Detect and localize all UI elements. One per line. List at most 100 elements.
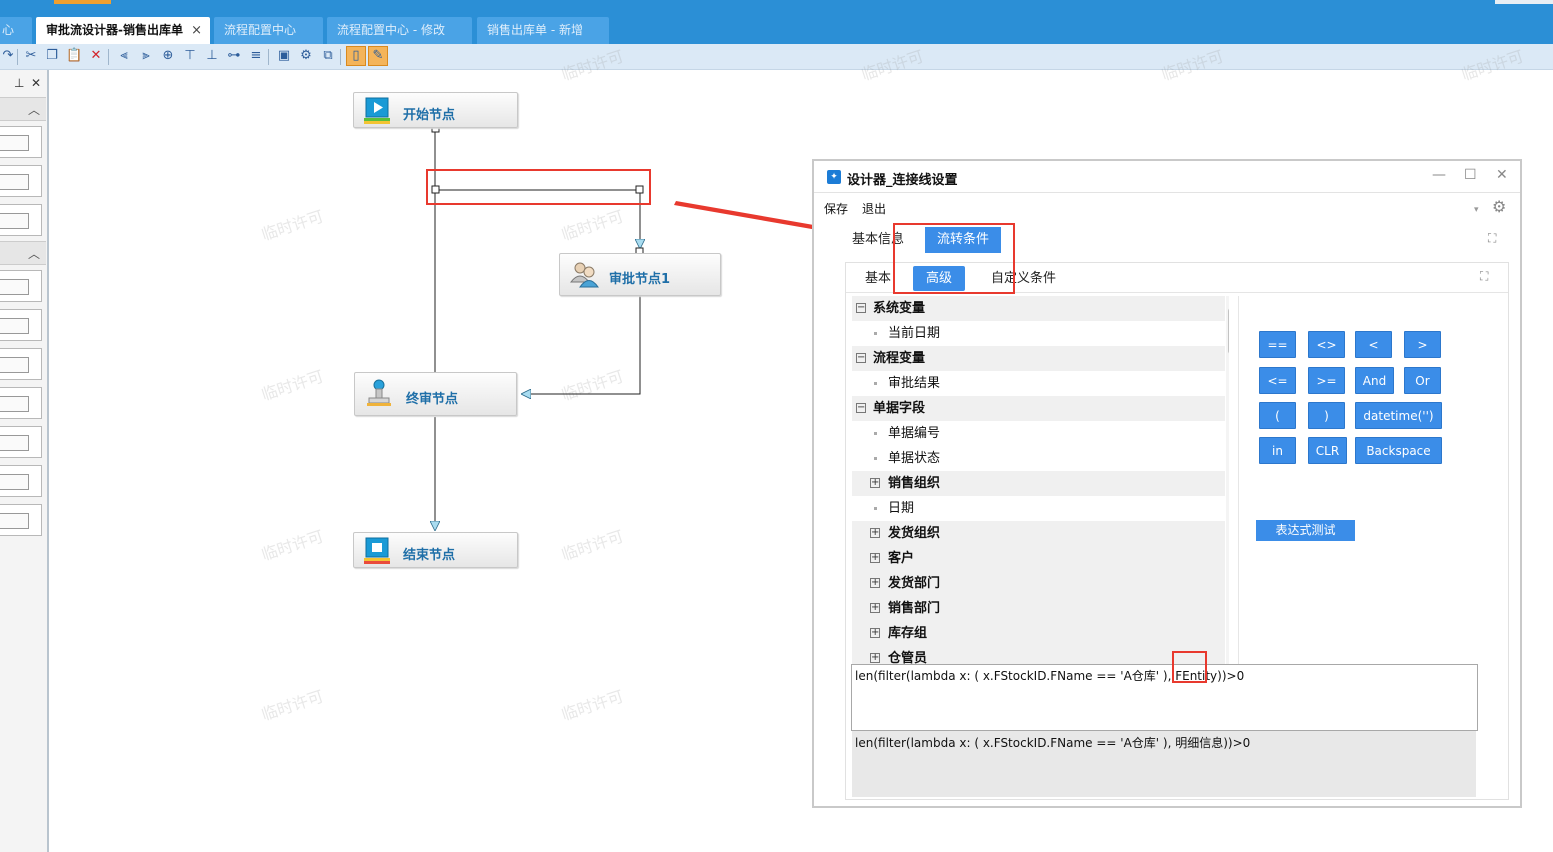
- expand-toggle-icon[interactable]: +: [870, 653, 880, 663]
- distribute-icon[interactable]: ≡: [248, 48, 264, 64]
- expand-toggle-icon[interactable]: +: [870, 578, 880, 588]
- tree-item-stock-keeper[interactable]: + 仓管员: [852, 646, 1225, 664]
- toolbox-item[interactable]: [0, 126, 42, 158]
- tab-previous-partial[interactable]: 心: [0, 17, 32, 44]
- maximize-icon[interactable]: ☐: [1464, 167, 1477, 183]
- layers-icon[interactable]: ⧉: [320, 48, 336, 64]
- tree-item-doc-number[interactable]: 单据编号: [852, 421, 1225, 446]
- toolbox-item[interactable]: [0, 165, 42, 197]
- toolbox-group-2[interactable]: ︿: [0, 241, 46, 265]
- fullscreen-icon[interactable]: ⛶: [1488, 231, 1496, 246]
- align-top-icon[interactable]: ⊤: [182, 48, 198, 64]
- toolbox-item[interactable]: [0, 504, 42, 536]
- tree-item-sales-org[interactable]: + 销售组织: [852, 471, 1225, 496]
- align-left-icon[interactable]: ⫷: [116, 48, 132, 64]
- op-button-backspace[interactable]: Backspace: [1355, 437, 1442, 464]
- tree-group-document-fields[interactable]: − 单据字段: [852, 396, 1225, 421]
- op-button-and[interactable]: And: [1355, 367, 1394, 394]
- note-icon[interactable]: ✎: [368, 46, 388, 66]
- minimize-icon[interactable]: —: [1432, 167, 1446, 183]
- align-right-icon[interactable]: ⫸: [138, 48, 154, 64]
- collapse-icon[interactable]: ︿: [28, 101, 40, 118]
- toolbox-item[interactable]: [0, 387, 42, 419]
- collapse-toggle-icon[interactable]: −: [856, 303, 866, 313]
- save-button[interactable]: 保存: [824, 202, 848, 216]
- paste-icon[interactable]: 📋: [66, 48, 82, 64]
- tree-item-shipping-org[interactable]: + 发货组织: [852, 521, 1225, 546]
- tree-label: 仓管员: [888, 651, 928, 664]
- tree-item-customer[interactable]: + 客户: [852, 546, 1225, 571]
- caret-down-icon[interactable]: ▾: [1474, 205, 1479, 215]
- op-button-gt[interactable]: >: [1404, 331, 1441, 358]
- tab-sales-outbound-new[interactable]: 销售出库单 - 新增: [477, 17, 609, 44]
- cut-icon[interactable]: ✂: [23, 48, 39, 64]
- close-icon[interactable]: ✕: [1496, 167, 1508, 183]
- copy-icon[interactable]: ❐: [44, 48, 60, 64]
- tree-group-system-vars[interactable]: − 系统变量: [852, 296, 1225, 321]
- tab-flow-config-edit[interactable]: 流程配置中心 - 修改: [327, 17, 472, 44]
- expand-toggle-icon[interactable]: +: [870, 628, 880, 638]
- expand-toggle-icon[interactable]: +: [870, 603, 880, 613]
- toolbox-item[interactable]: [0, 270, 42, 302]
- fullscreen-icon[interactable]: ⛶: [1480, 269, 1488, 284]
- delete-icon[interactable]: ✕: [88, 48, 104, 64]
- flow-node-end[interactable]: 结束节点: [353, 532, 518, 568]
- expand-toggle-icon[interactable]: +: [870, 528, 880, 538]
- gear-icon[interactable]: ⚙: [1492, 197, 1506, 216]
- tree-item-sales-dept[interactable]: + 销售部门: [852, 596, 1225, 621]
- flow-node-approval-1[interactable]: 审批节点1: [559, 253, 721, 296]
- op-button-rparen[interactable]: ): [1308, 402, 1345, 429]
- op-button-datetime[interactable]: datetime(''): [1355, 402, 1442, 429]
- scrollbar-thumb[interactable]: [1228, 308, 1229, 354]
- dialog-title: 设计器_连接线设置: [847, 173, 958, 188]
- op-button-lparen[interactable]: (: [1259, 402, 1296, 429]
- tree-group-flow-vars[interactable]: − 流程变量: [852, 346, 1225, 371]
- op-button-clr[interactable]: CLR: [1308, 437, 1347, 464]
- expression-input[interactable]: len(filter(lambda x: ( x.FStockID.FName …: [851, 664, 1478, 731]
- exit-button[interactable]: 退出: [862, 202, 886, 216]
- close-icon[interactable]: ✕: [31, 76, 41, 90]
- align-middle-icon[interactable]: ⊶: [226, 48, 242, 64]
- collapse-toggle-icon[interactable]: −: [856, 403, 866, 413]
- pin-icon[interactable]: ⊥: [14, 76, 24, 90]
- toolbox-item[interactable]: [0, 309, 42, 341]
- tree-label: 单据字段: [873, 401, 926, 416]
- tree-item-current-date[interactable]: 当前日期: [852, 321, 1225, 346]
- collapse-icon[interactable]: ︿: [28, 245, 40, 262]
- toolbox-item[interactable]: [0, 465, 42, 497]
- op-button-lte[interactable]: <=: [1259, 367, 1296, 394]
- toolbox-group-1[interactable]: ︿: [0, 97, 46, 121]
- op-button-in[interactable]: in: [1259, 437, 1296, 464]
- toolbox-item[interactable]: [0, 426, 42, 458]
- collapse-toggle-icon[interactable]: −: [856, 353, 866, 363]
- op-button-eq[interactable]: ==: [1259, 331, 1296, 358]
- tree-item-stock-group[interactable]: + 库存组: [852, 621, 1225, 646]
- op-button-neq[interactable]: <>: [1308, 331, 1345, 358]
- op-button-gte[interactable]: >=: [1308, 367, 1345, 394]
- tree-item-doc-status[interactable]: 单据状态: [852, 446, 1225, 471]
- tree-item-approval-result[interactable]: 审批结果: [852, 371, 1225, 396]
- toolbox-item[interactable]: [0, 204, 42, 236]
- expression-test-button[interactable]: 表达式测试: [1256, 520, 1355, 541]
- expand-toggle-icon[interactable]: +: [870, 553, 880, 563]
- flow-node-start[interactable]: 开始节点: [353, 92, 518, 128]
- toolbox-item[interactable]: [0, 348, 42, 380]
- flow-node-final-approval[interactable]: 终审节点: [354, 372, 517, 416]
- tab-approval-designer[interactable]: 审批流设计器-销售出库单 ×: [36, 17, 210, 44]
- expand-toggle-icon[interactable]: +: [870, 478, 880, 488]
- select-mode-icon[interactable]: ▯: [346, 46, 366, 66]
- redo-icon[interactable]: ↷: [0, 48, 16, 64]
- window-controls[interactable]: [1495, 0, 1553, 4]
- align-center-icon[interactable]: ⊕: [160, 48, 176, 64]
- settings-icon[interactable]: ⚙: [298, 48, 314, 64]
- tab-flow-config-center[interactable]: 流程配置中心: [214, 17, 323, 44]
- tree-item-shipping-dept[interactable]: + 发货部门: [852, 571, 1225, 596]
- tab-close-icon[interactable]: ×: [191, 17, 202, 44]
- op-button-lt[interactable]: <: [1355, 331, 1392, 358]
- align-bottom-icon[interactable]: ⊥: [204, 48, 220, 64]
- dialog-titlebar[interactable]: ✦ 设计器_连接线设置 — ☐ ✕: [814, 161, 1520, 193]
- image-icon[interactable]: ▣: [276, 48, 292, 64]
- tree-item-date[interactable]: 日期: [852, 496, 1225, 521]
- tree-scrollbar[interactable]: [1226, 296, 1229, 664]
- op-button-or[interactable]: Or: [1404, 367, 1441, 394]
